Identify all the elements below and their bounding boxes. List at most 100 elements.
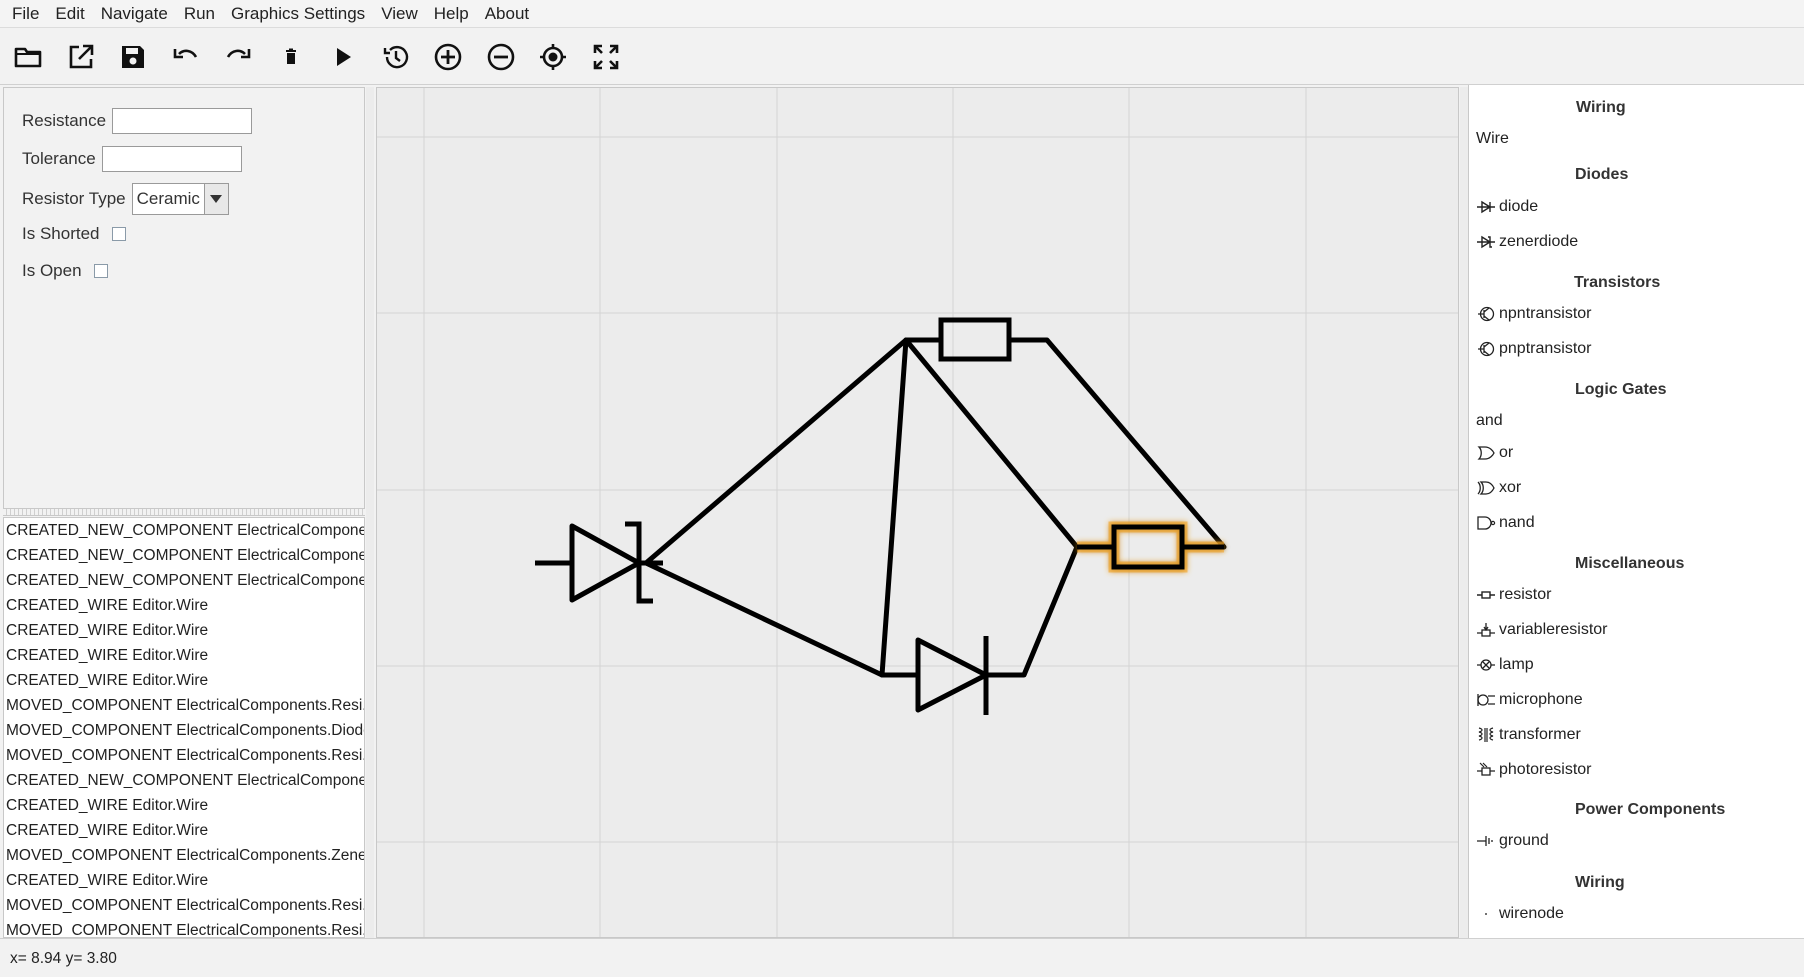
menu-graphics-settings[interactable]: Graphics Settings [223, 1, 373, 27]
component-palette: Wiring Wire Diodes diode zenerdiode Tran… [1468, 85, 1804, 938]
palette-item-label: lamp [1499, 656, 1534, 673]
list-item[interactable]: MOVED_COMPONENT ElectricalComponents.Res… [4, 693, 364, 718]
panel-splitter[interactable] [3, 508, 365, 516]
menu-help[interactable]: Help [426, 1, 477, 27]
palette-item-label: xor [1499, 479, 1522, 496]
menu-edit[interactable]: Edit [47, 1, 92, 27]
menu-navigate[interactable]: Navigate [93, 1, 176, 27]
list-item[interactable]: CREATED_WIRE Editor.Wire [4, 818, 364, 843]
menu-file[interactable]: File [4, 1, 47, 27]
right-splitter[interactable] [1460, 87, 1468, 938]
list-item[interactable]: CREATED_WIRE Editor.Wire [4, 643, 364, 668]
resistor-type-select[interactable]: Ceramic [131, 183, 229, 215]
palette-item-pnptransistor[interactable]: pnptransistor [1476, 340, 1592, 358]
is-open-label: Is Open [22, 261, 82, 280]
palette-header-wiring-2: Wiring [1575, 874, 1625, 891]
export-icon [69, 44, 93, 68]
palette-item-photoresistor[interactable]: photoresistor [1476, 761, 1592, 779]
is-shorted-checkbox[interactable] [111, 227, 126, 241]
undo-button[interactable] [164, 35, 208, 79]
run-button[interactable] [321, 35, 365, 79]
zoom-out-button[interactable] [479, 35, 523, 79]
tolerance-input[interactable] [101, 146, 242, 172]
list-item[interactable]: CREATED_WIRE Editor.Wire [4, 618, 364, 643]
list-item[interactable]: MOVED_COMPONENT ElectricalComponents.Res… [4, 918, 364, 937]
status-bar: x= 8.94 y= 3.80 [0, 938, 1804, 977]
is-open-checkbox[interactable] [93, 264, 108, 278]
palette-item-wirenode[interactable]: wirenode [1476, 905, 1564, 923]
menu-run[interactable]: Run [176, 1, 223, 27]
grid [377, 88, 1458, 937]
open-folder-button[interactable] [6, 35, 50, 79]
resistance-input[interactable] [112, 108, 253, 134]
list-item[interactable]: CREATED_NEW_COMPONENT ElectricalCompone.… [4, 518, 364, 543]
palette-header-wiring: Wiring [1576, 99, 1626, 116]
wires[interactable] [643, 337, 1227, 678]
export-button[interactable] [59, 35, 103, 79]
palette-item-and[interactable]: and [1476, 412, 1503, 430]
palette-header-power-components: Power Components [1575, 801, 1726, 818]
palette-item-npntransistor[interactable]: npntransistor [1476, 305, 1592, 323]
palette-item-zenerdiode[interactable]: zenerdiode [1476, 233, 1578, 251]
menu-about[interactable]: About [477, 1, 537, 27]
history-button[interactable] [374, 35, 418, 79]
zoom-in-icon [434, 43, 462, 70]
is-shorted-label: Is Shorted [22, 224, 100, 243]
palette-item-label: microphone [1499, 691, 1583, 708]
wire [903, 337, 1080, 550]
delete-button[interactable] [269, 35, 313, 79]
circuit-drawing[interactable] [377, 88, 1459, 938]
left-splitter[interactable] [366, 87, 374, 938]
chevron-down-icon[interactable] [203, 184, 228, 214]
palette-item-or[interactable]: or [1476, 444, 1513, 462]
list-item[interactable]: MOVED_COMPONENT ElectricalComponents.Res… [4, 893, 364, 918]
palette-item-xor[interactable]: xor [1476, 479, 1521, 497]
palette-item-lamp[interactable]: lamp [1476, 656, 1534, 674]
palette-item-label: nand [1499, 514, 1535, 531]
save-button[interactable] [111, 35, 155, 79]
palette-item-label: wirenode [1499, 905, 1564, 922]
palette-item-nand[interactable]: nand [1476, 514, 1535, 532]
list-item[interactable]: CREATED_WIRE Editor.Wire [4, 668, 364, 693]
resistance-row: Resistance [22, 108, 253, 134]
palette-item-resistor[interactable]: resistor [1476, 586, 1551, 604]
zener-diode-component[interactable] [535, 521, 663, 604]
resistor-top-component[interactable] [906, 317, 1047, 362]
list-item[interactable]: MOVED_COMPONENT ElectricalComponents.Dio… [4, 718, 364, 743]
list-item[interactable]: MOVED_COMPONENT ElectricalComponents.Zen… [4, 843, 364, 868]
palette-item-wire[interactable]: Wire [1476, 130, 1509, 148]
zoom-in-button[interactable] [426, 35, 470, 79]
palette-item-label: or [1499, 444, 1514, 461]
palette-item-transformer[interactable]: transformer [1476, 726, 1581, 744]
save-icon [122, 45, 144, 68]
center-button[interactable] [531, 35, 575, 79]
photoresistor-icon [1476, 762, 1496, 778]
list-item[interactable]: CREATED_NEW_COMPONENT ElectricalCompone.… [4, 543, 364, 568]
event-log-list[interactable]: CREATED_NEW_COMPONENT ElectricalCompone.… [3, 517, 365, 938]
wire [643, 337, 909, 566]
nand-gate-icon [1476, 515, 1496, 531]
menu-view[interactable]: View [373, 1, 426, 27]
list-item[interactable]: CREATED_WIRE Editor.Wire [4, 793, 364, 818]
list-item[interactable]: MOVED_COMPONENT ElectricalComponents.Res… [4, 743, 364, 768]
palette-header-logic-gates: Logic Gates [1575, 381, 1667, 398]
delete-icon [285, 48, 296, 64]
circuit-canvas[interactable] [376, 87, 1459, 938]
list-item[interactable]: CREATED_NEW_COMPONENT ElectricalCompone.… [4, 768, 364, 793]
palette-item-diode[interactable]: diode [1476, 198, 1538, 216]
selected-resistor-component[interactable] [1077, 521, 1224, 573]
fullscreen-button[interactable] [584, 35, 628, 79]
palette-item-variableresistor[interactable]: variableresistor [1476, 621, 1607, 639]
list-item[interactable]: CREATED_WIRE Editor.Wire [4, 593, 364, 618]
fullscreen-icon [593, 44, 618, 69]
redo-button[interactable] [216, 35, 260, 79]
palette-item-ground[interactable]: ground [1476, 832, 1549, 850]
list-item[interactable]: CREATED_WIRE Editor.Wire [4, 868, 364, 893]
palette-item-microphone[interactable]: microphone [1476, 691, 1583, 709]
transformer-icon [1476, 727, 1496, 743]
microphone-icon [1476, 692, 1496, 708]
wire [1044, 337, 1227, 550]
palette-item-label: zenerdiode [1499, 233, 1579, 250]
list-item[interactable]: CREATED_NEW_COMPONENT ElectricalCompone.… [4, 568, 364, 593]
palette-item-label: pnptransistor [1499, 340, 1592, 357]
